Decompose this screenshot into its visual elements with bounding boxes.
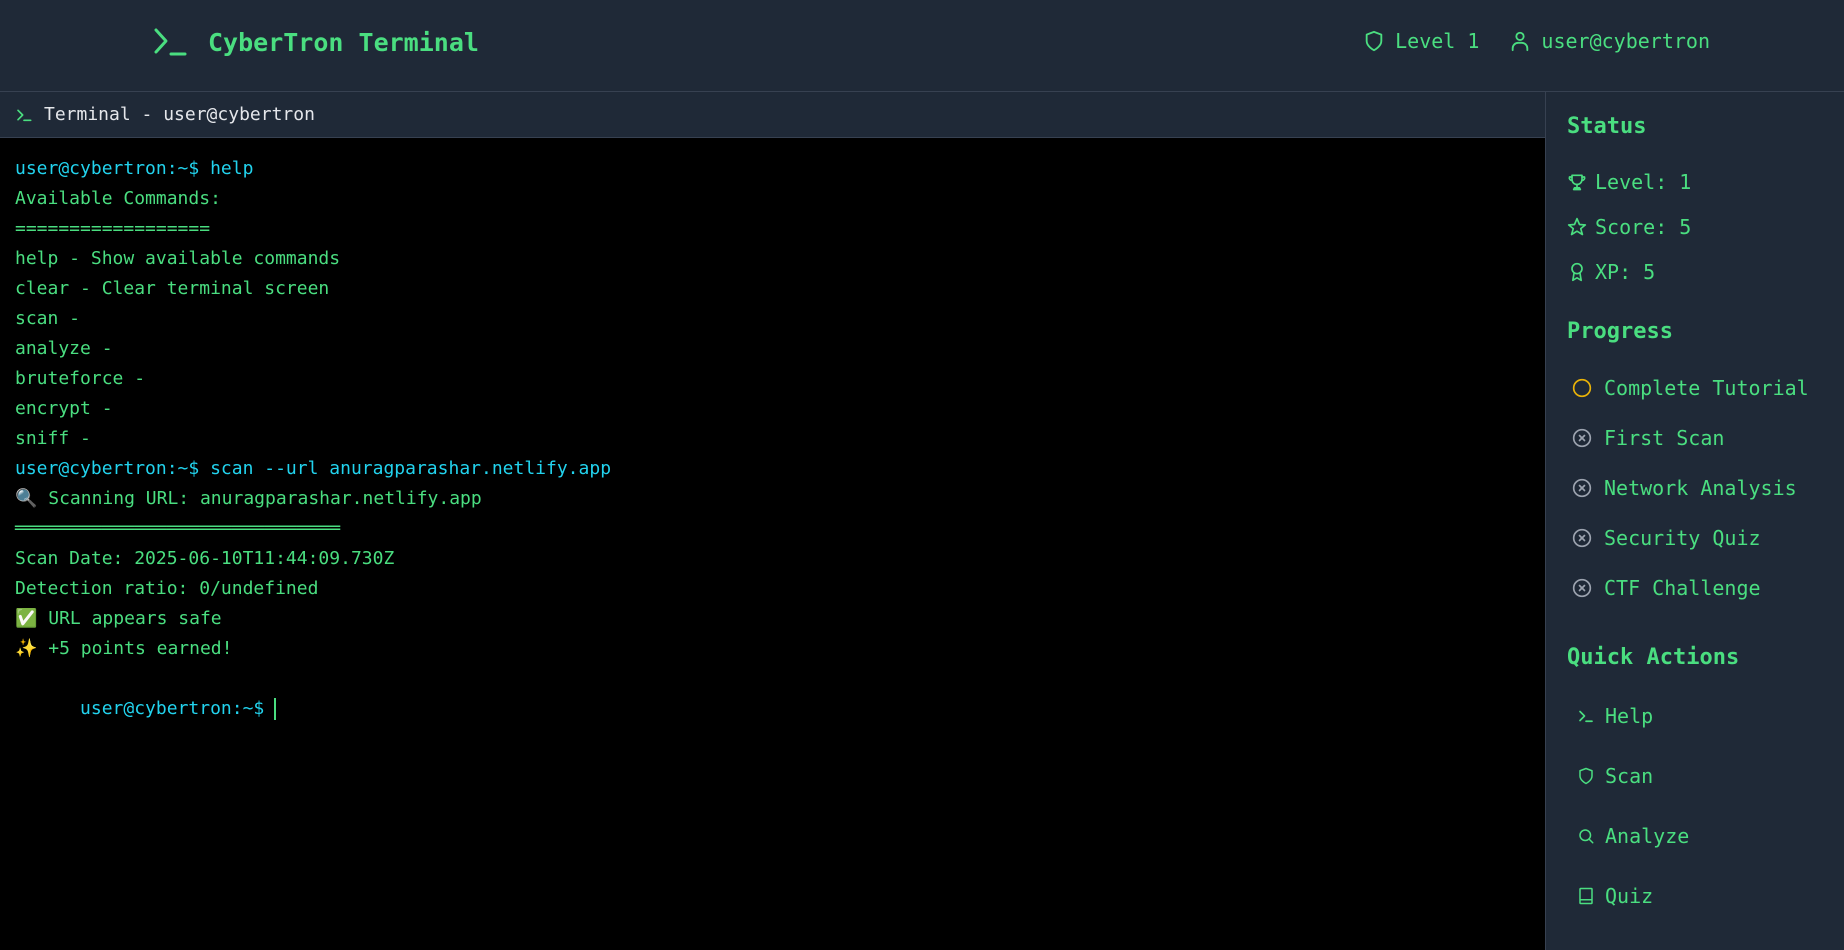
quick-action-label: Scan (1605, 764, 1654, 788)
terminal-output-line: ══════════════════════════════ (15, 518, 341, 539)
progress-label: CTF Challenge (1604, 576, 1761, 600)
terminal-header: Terminal - user@cybertron (0, 92, 1545, 138)
x-circle-icon (1572, 578, 1592, 598)
terminal-tab-title: Terminal - user@cybertron (44, 104, 315, 125)
progress-label: Security Quiz (1604, 526, 1761, 550)
terminal-output-line: ✅ URL appears safe (15, 608, 222, 629)
shield-icon (1577, 767, 1595, 785)
terminal-output-line: clear - Clear terminal screen (15, 278, 330, 299)
progress-item-first-scan: First Scan (1572, 426, 1724, 450)
level-label: Level 1 (1395, 29, 1480, 53)
status-title: Status (1567, 114, 1647, 139)
terminal-prompt: user@cybertron:~$ (80, 698, 265, 719)
progress-label: Network Analysis (1604, 476, 1797, 500)
user-menu[interactable]: user@cybertron (1509, 29, 1710, 53)
terminal-output-line: 🔍 Scanning URL: anuragparashar.netlify.a… (15, 488, 482, 509)
terminal-output-line: analyze - (15, 338, 113, 359)
terminal-command-line: user@cybertron:~$ help (15, 158, 254, 179)
terminal-output-line: scan - (15, 308, 81, 329)
terminal-output-line: Detection ratio: 0/undefined (15, 578, 319, 599)
x-circle-icon (1572, 528, 1592, 548)
terminal-cursor (274, 698, 277, 720)
username-label: user@cybertron (1541, 29, 1710, 53)
status-xp-label: XP: 5 (1595, 260, 1656, 284)
progress-item-ctf-challenge: CTF Challenge (1572, 576, 1761, 600)
quick-action-help-button[interactable]: Help (1577, 704, 1653, 728)
progress-label: First Scan (1604, 426, 1725, 450)
circle-icon (1572, 378, 1592, 398)
quick-action-label: Quiz (1605, 884, 1654, 908)
progress-item-security-quiz: Security Quiz (1572, 526, 1761, 550)
book-icon (1577, 887, 1595, 905)
x-circle-icon (1572, 428, 1592, 448)
sidebar: Status Level: 1 Score: 5 XP: 5 Progress … (1545, 92, 1844, 950)
header-info: Level 1 user@cybertron (1363, 26, 1710, 56)
terminal-output-line: bruteforce - (15, 368, 146, 389)
level-indicator: Level 1 (1363, 29, 1479, 53)
terminal-icon (1577, 707, 1595, 725)
status-xp: XP: 5 (1567, 260, 1655, 284)
quick-actions-title: Quick Actions (1567, 645, 1740, 670)
x-circle-icon (1572, 478, 1592, 498)
terminal-output[interactable]: user@cybertron:~$ help Available Commands… (0, 138, 1545, 720)
shield-icon (1363, 29, 1385, 53)
progress-item-complete-tutorial: Complete Tutorial (1572, 376, 1809, 400)
trophy-icon (1567, 172, 1587, 192)
terminal-output-line: sniff - (15, 428, 91, 449)
terminal-panel[interactable]: Terminal - user@cybertron user@cybertron… (0, 92, 1545, 950)
quick-action-label: Analyze (1605, 824, 1690, 848)
award-icon (1567, 262, 1587, 282)
terminal-logo-icon (152, 26, 188, 58)
status-level-label: Level: 1 (1595, 170, 1692, 194)
terminal-output-line: ✨ +5 points earned! (15, 638, 233, 659)
terminal-output-line: Scan Date: 2025-06-10T11:44:09.730Z (15, 548, 395, 569)
progress-title: Progress (1567, 319, 1673, 344)
status-score-label: Score: 5 (1595, 215, 1692, 239)
progress-label: Complete Tutorial (1604, 376, 1809, 400)
terminal-prompt-line[interactable]: user@cybertron:~$ (15, 664, 1530, 720)
search-icon (1577, 827, 1595, 845)
app-title: CyberTron Terminal (208, 27, 479, 57)
terminal-output-line: help - Show available commands (15, 248, 341, 269)
terminal-command-line: user@cybertron:~$ scan --url anuragparas… (15, 458, 612, 479)
top-bar: CyberTron Terminal Level 1 user@cybertro… (0, 0, 1844, 92)
quick-action-analyze-button[interactable]: Analyze (1577, 824, 1689, 848)
quick-action-quiz-button[interactable]: Quiz (1577, 884, 1653, 908)
progress-item-network-analysis: Network Analysis (1572, 476, 1797, 500)
status-level: Level: 1 (1567, 170, 1691, 194)
status-score: Score: 5 (1567, 215, 1691, 239)
terminal-output-line: encrypt - (15, 398, 113, 419)
quick-action-label: Help (1605, 704, 1654, 728)
user-icon (1509, 29, 1531, 53)
terminal-icon (16, 107, 32, 123)
terminal-output-line: Available Commands: (15, 188, 221, 209)
quick-action-scan-button[interactable]: Scan (1577, 764, 1653, 788)
star-icon (1567, 217, 1587, 237)
brand: CyberTron Terminal (152, 22, 479, 62)
terminal-output-line: ================== (15, 218, 211, 239)
